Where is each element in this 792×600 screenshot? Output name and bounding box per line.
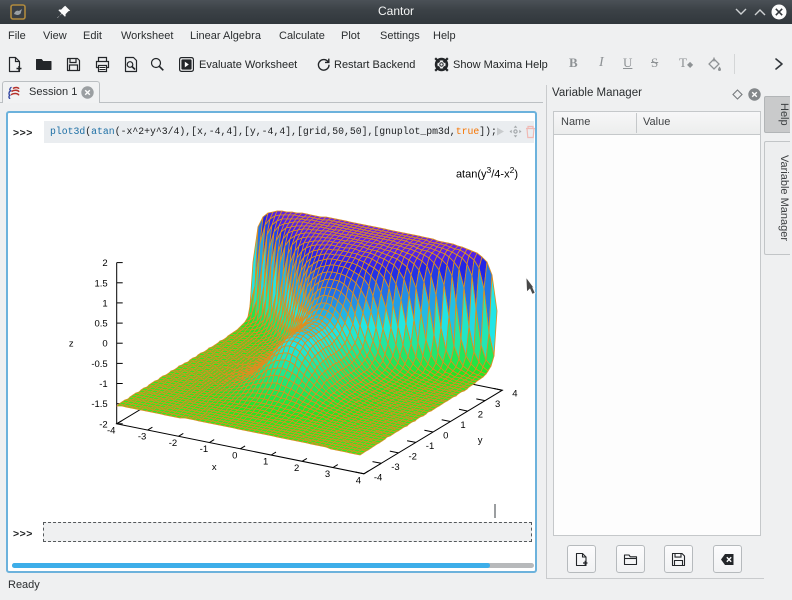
svg-text:-1: -1 — [426, 441, 434, 452]
svg-text:1: 1 — [263, 457, 268, 468]
svg-text:3: 3 — [325, 469, 330, 480]
svg-text:x: x — [212, 462, 217, 473]
svg-text:-1: -1 — [99, 379, 107, 390]
svg-text:-2: -2 — [409, 451, 417, 462]
svg-text:-4: -4 — [107, 425, 115, 436]
svg-text:0: 0 — [443, 431, 448, 442]
svg-text:2: 2 — [102, 258, 107, 269]
svg-text:y: y — [478, 435, 483, 446]
svg-text:-1: -1 — [200, 444, 208, 455]
svg-text:2: 2 — [478, 410, 483, 421]
svg-text:-4: -4 — [374, 472, 382, 483]
svg-text:4: 4 — [356, 475, 361, 486]
svg-text:1: 1 — [102, 298, 107, 309]
svg-text:z: z — [69, 339, 74, 350]
svg-text:-2: -2 — [169, 438, 177, 449]
svg-text:4: 4 — [512, 389, 517, 400]
svg-text:3: 3 — [495, 399, 500, 410]
svg-text:-0.5: -0.5 — [91, 359, 107, 370]
svg-text:1: 1 — [460, 420, 465, 431]
svg-text:-3: -3 — [138, 432, 146, 443]
svg-text:2: 2 — [294, 463, 299, 474]
svg-text:-3: -3 — [391, 462, 399, 473]
svg-text:0.5: 0.5 — [94, 319, 107, 330]
svg-text:0: 0 — [102, 339, 107, 350]
svg-text:1.5: 1.5 — [94, 278, 107, 289]
svg-text:0: 0 — [232, 450, 237, 461]
svg-text:-2: -2 — [99, 419, 107, 430]
svg-text:-1.5: -1.5 — [91, 399, 107, 410]
